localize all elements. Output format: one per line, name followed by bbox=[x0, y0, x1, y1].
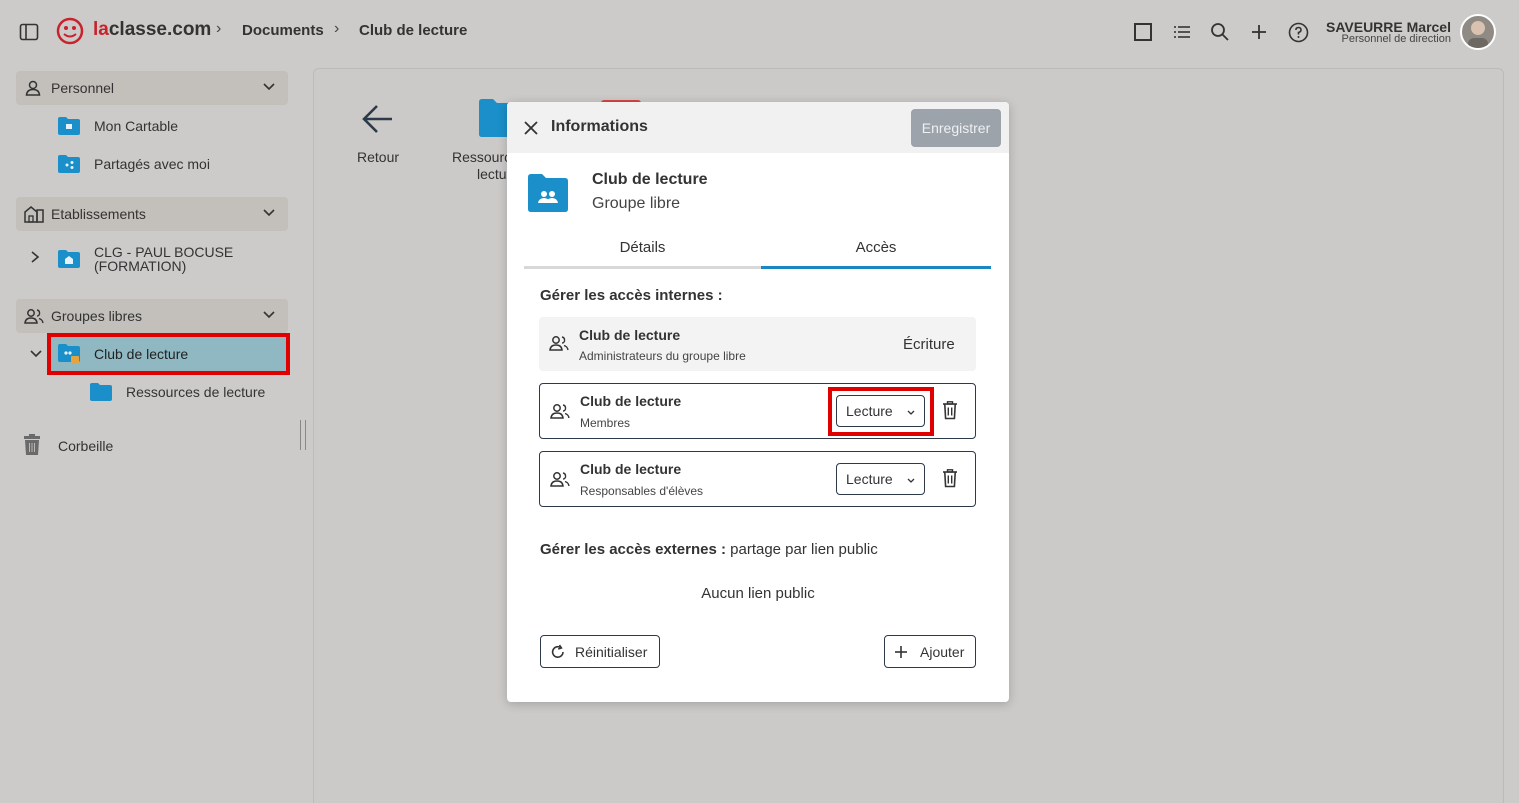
group-icon bbox=[549, 334, 569, 357]
add-icon[interactable] bbox=[1248, 21, 1270, 43]
sidebar-item-label: Corbeille bbox=[58, 438, 114, 454]
access-row-subtitle: Responsables d'élèves bbox=[580, 484, 704, 498]
chevron-down-icon bbox=[262, 308, 276, 327]
sidebar-item-corbeille[interactable]: Corbeille bbox=[22, 433, 114, 459]
access-row-subtitle: Administrateurs du groupe libre bbox=[579, 349, 746, 363]
person-icon bbox=[24, 79, 42, 102]
school-folder-icon bbox=[58, 250, 80, 268]
access-row-admins: Club de lecture Administrateurs du group… bbox=[539, 317, 976, 371]
access-level-select[interactable]: Lecture bbox=[836, 463, 925, 495]
avatar[interactable] bbox=[1460, 14, 1496, 50]
cartable-folder-icon bbox=[58, 117, 80, 135]
sidebar-item-label: Ressources de lecture bbox=[126, 384, 266, 400]
sidebar-item-ressources-de-lecture[interactable]: Ressources de lecture bbox=[90, 382, 265, 402]
group-icon bbox=[550, 470, 570, 493]
group-folder-icon bbox=[528, 174, 568, 217]
access-level-text: Écriture bbox=[903, 336, 955, 353]
dialog-title: Informations bbox=[551, 118, 648, 135]
reset-button[interactable]: Réinitialiser bbox=[540, 635, 660, 668]
add-label: Ajouter bbox=[920, 643, 965, 660]
save-button[interactable]: Enregistrer bbox=[911, 109, 1001, 147]
close-icon[interactable] bbox=[523, 120, 539, 141]
reset-label: Réinitialiser bbox=[575, 643, 648, 660]
chevron-down-icon bbox=[262, 206, 276, 225]
sidebar-item-label: Partagés avec moi bbox=[94, 156, 210, 172]
tab-details[interactable]: Détails bbox=[524, 229, 761, 269]
section-groupes-libres-label: Groupes libres bbox=[51, 308, 143, 324]
laclasse-logo-icon[interactable] bbox=[55, 16, 85, 46]
trash-icon bbox=[22, 433, 42, 459]
list-view-icon[interactable] bbox=[1171, 21, 1193, 43]
collapse-chevron-icon[interactable] bbox=[29, 347, 43, 365]
delete-icon[interactable] bbox=[942, 401, 958, 425]
section-groupes-libres[interactable]: Groupes libres bbox=[16, 299, 288, 333]
shared-folder-icon bbox=[58, 155, 80, 173]
select-value: Lecture bbox=[846, 471, 893, 487]
sidebar-item-label: Mon Cartable bbox=[94, 118, 179, 134]
delete-icon[interactable] bbox=[942, 469, 958, 493]
sidebar-toggle-icon[interactable] bbox=[18, 21, 40, 43]
chevron-down-icon bbox=[906, 473, 916, 489]
internal-access-heading: Gérer les accès internes : bbox=[540, 287, 723, 304]
sidebar-item-clg-paul-bocuse[interactable]: CLG - PAUL BOCUSE (FORMATION) bbox=[58, 245, 244, 273]
group-folder-icon bbox=[58, 344, 80, 369]
back-label[interactable]: Retour bbox=[357, 149, 399, 165]
access-row-title: Club de lecture bbox=[580, 461, 682, 477]
group-icon bbox=[550, 402, 570, 425]
logo-text[interactable]: laclasse.com bbox=[93, 19, 211, 41]
breadcrumb-current[interactable]: Club de lecture bbox=[359, 22, 467, 39]
dialog-header: Informations Enregistrer bbox=[507, 102, 1009, 153]
section-personnel[interactable]: Personnel bbox=[16, 71, 288, 105]
chevron-right-icon: › bbox=[334, 20, 340, 37]
external-access-heading: Gérer les accès externes : partage par l… bbox=[540, 541, 878, 558]
expand-chevron-icon[interactable] bbox=[29, 250, 41, 269]
highlight-box bbox=[828, 387, 934, 436]
buildings-icon bbox=[24, 205, 44, 228]
sidebar-item-mon-cartable[interactable]: Mon Cartable bbox=[58, 116, 178, 136]
item-type: Groupe libre bbox=[592, 195, 681, 212]
sidebar-item-partages[interactable]: Partagés avec moi bbox=[58, 154, 210, 174]
no-public-link-text: Aucun lien public bbox=[701, 585, 815, 602]
tab-acces[interactable]: Accès bbox=[761, 229, 991, 269]
sidebar-item-label: Club de lecture bbox=[94, 346, 189, 362]
tab-bar: Détails Accès bbox=[524, 229, 991, 269]
plus-icon bbox=[894, 645, 908, 662]
folder-icon bbox=[90, 383, 112, 401]
group-icon bbox=[24, 307, 44, 330]
external-heading-rest: partage par lien public bbox=[725, 541, 878, 558]
grid-view-icon[interactable] bbox=[1132, 21, 1154, 43]
item-name: Club de lecture bbox=[592, 171, 708, 188]
informations-dialog: Informations Enregistrer Club de lecture… bbox=[507, 102, 1009, 702]
access-row-responsables: Club de lecture Responsables d'élèves Le… bbox=[539, 451, 976, 507]
section-personnel-label: Personnel bbox=[51, 80, 115, 96]
add-button[interactable]: Ajouter bbox=[884, 635, 976, 668]
sidebar-item-label: CLG - PAUL BOCUSE (FORMATION) bbox=[94, 244, 234, 274]
access-row-subtitle: Membres bbox=[580, 416, 631, 430]
refresh-icon bbox=[550, 644, 566, 663]
external-heading-bold: Gérer les accès externes : bbox=[540, 541, 726, 558]
section-etablissements-label: Etablissements bbox=[51, 206, 146, 222]
back-arrow-icon[interactable] bbox=[361, 102, 395, 141]
section-etablissements[interactable]: Etablissements bbox=[16, 197, 288, 231]
sidebar-resize-handle[interactable] bbox=[300, 420, 306, 450]
access-row-title: Club de lecture bbox=[580, 393, 682, 409]
access-row-title: Club de lecture bbox=[579, 327, 681, 343]
user-role: Personnel de direction bbox=[1341, 33, 1451, 45]
search-icon[interactable] bbox=[1209, 21, 1231, 43]
help-icon[interactable] bbox=[1287, 21, 1309, 43]
top-bar: laclasse.com › Documents › Club de lectu… bbox=[0, 0, 1519, 62]
chevron-right-icon: › bbox=[216, 20, 222, 37]
chevron-down-icon bbox=[262, 80, 276, 99]
sidebar-item-club-de-lecture[interactable]: Club de lecture bbox=[47, 333, 290, 375]
breadcrumb-documents[interactable]: Documents bbox=[242, 22, 324, 39]
